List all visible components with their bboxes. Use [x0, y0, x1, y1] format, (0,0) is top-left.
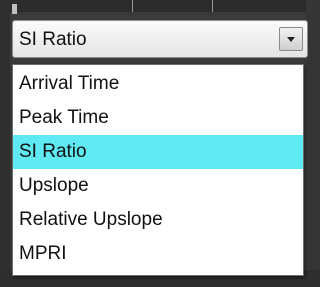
parameter-combo-box[interactable]: SI Ratio	[12, 20, 308, 58]
parameter-dropdown-list: Arrival Time Peak Time SI Ratio Upslope …	[12, 64, 304, 276]
option-mpri[interactable]: MPRI	[13, 237, 303, 271]
background-marker	[12, 4, 17, 14]
option-relative-upslope[interactable]: Relative Upslope	[13, 203, 303, 237]
option-peak-time[interactable]: Peak Time	[13, 101, 303, 135]
background-divider	[212, 0, 213, 12]
option-arrival-time[interactable]: Arrival Time	[13, 67, 303, 101]
dropdown-arrow-button[interactable]	[279, 27, 303, 51]
background-divider	[132, 0, 133, 12]
combo-selected-value: SI Ratio	[19, 29, 87, 50]
chevron-down-icon	[287, 37, 295, 42]
option-upslope[interactable]: Upslope	[13, 169, 303, 203]
app-background-right	[306, 0, 320, 287]
app-background-left	[0, 0, 10, 287]
option-si-ratio[interactable]: SI Ratio	[13, 135, 303, 169]
app-background-top	[0, 0, 320, 12]
